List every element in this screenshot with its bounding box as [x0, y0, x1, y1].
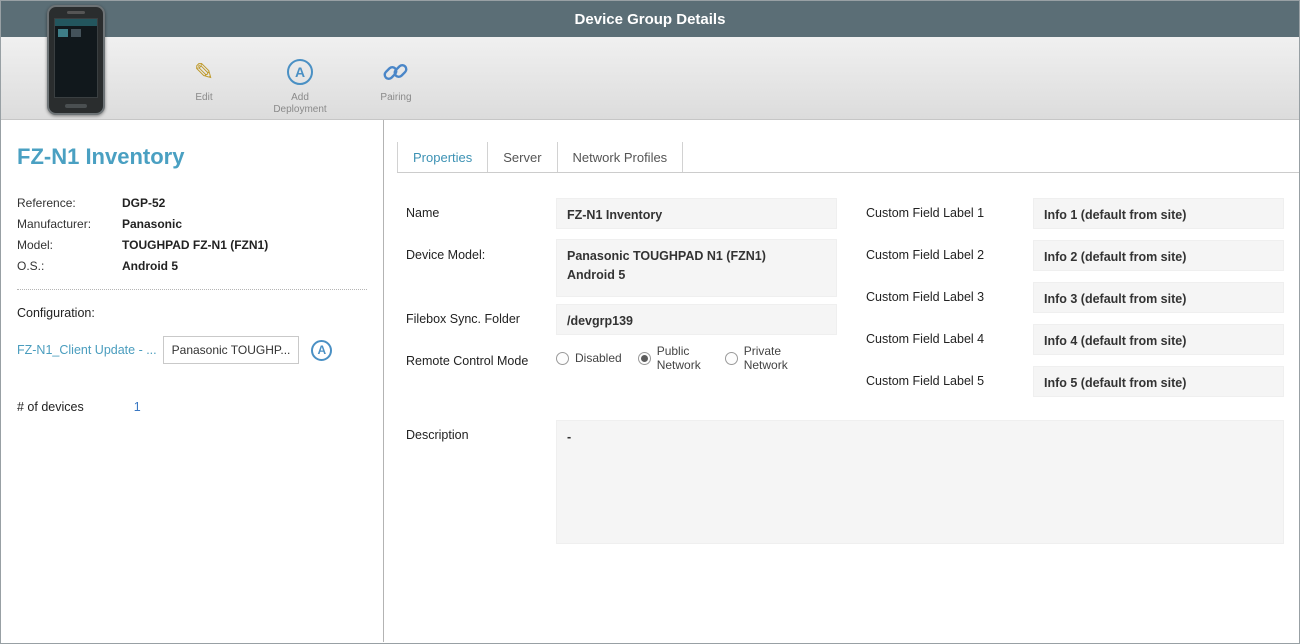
edit-button-label: Edit	[195, 92, 213, 103]
radio-label-private-network: Private Network	[743, 344, 788, 373]
configuration-target: Panasonic TOUGHP...	[162, 336, 300, 364]
device-home-button	[65, 104, 87, 108]
manufacturer-value: Panasonic	[122, 217, 183, 231]
remote-control-radio-group: Disabled Public Network Private Network	[556, 344, 812, 373]
tab-properties[interactable]: Properties	[397, 142, 489, 172]
os-row: O.S.: Android 5	[17, 259, 367, 273]
add-deployment-icon: A	[287, 55, 313, 89]
radio-1[interactable]	[637, 351, 651, 365]
radio-label-public-network: Public Network	[656, 344, 701, 373]
device-screen	[54, 18, 98, 98]
description-field: -	[556, 420, 1284, 544]
tab-bar: Properties Server Network Profiles	[397, 142, 1299, 173]
os-value: Android 5	[122, 259, 178, 273]
radio-option-private-network[interactable]: Private Network	[724, 344, 796, 373]
custom-field-5-value: Info 5 (default from site)	[1033, 366, 1284, 397]
edit-pencil-icon: ✎	[193, 58, 215, 86]
device-thumbnail	[47, 5, 105, 115]
manufacturer-label: Manufacturer:	[17, 217, 92, 231]
device-group-summary-panel: FZ-N1 Inventory Reference: DGP-52 Manufa…	[1, 120, 384, 642]
toolbar: ✎ Edit A Add Deployment Pairing	[1, 37, 1299, 120]
window-title: Device Group Details	[574, 10, 726, 28]
radio-2[interactable]	[724, 351, 738, 365]
model-label: Model:	[17, 238, 54, 252]
device-screen-app-icon2	[71, 29, 81, 37]
radio-label-disabled: Disabled	[575, 351, 622, 366]
device-model-line1: Panasonic TOUGHPAD N1 (FZN1)	[567, 249, 766, 263]
edit-button[interactable]: ✎ Edit	[166, 55, 242, 104]
reference-label: Reference:	[17, 196, 76, 210]
pairing-button[interactable]: Pairing	[358, 55, 434, 104]
filebox-label: Filebox Sync. Folder	[406, 312, 520, 326]
custom-field-5-label: Custom Field Label 5	[866, 374, 985, 388]
configuration-row: FZ-N1_Client Update - ... Panasonic TOUG…	[17, 336, 367, 364]
configuration-link[interactable]: FZ-N1_Client Update - ...	[17, 343, 157, 357]
radio-0[interactable]	[556, 351, 569, 365]
radio-option-disabled[interactable]: Disabled	[556, 351, 622, 365]
device-screen-statusbar	[55, 19, 97, 26]
device-model-label: Device Model:	[406, 248, 486, 262]
custom-field-3-value: Info 3 (default from site)	[1033, 282, 1284, 313]
radio-option-public-network[interactable]: Public Network	[637, 344, 709, 373]
devices-count-row: # of devices 1	[17, 400, 367, 414]
device-model-line2: Android 5	[567, 267, 626, 282]
device-group-title: FZ-N1 Inventory	[17, 144, 185, 169]
tab-server[interactable]: Server	[488, 142, 558, 172]
custom-field-1-label: Custom Field Label 1	[866, 206, 985, 220]
deployment-circled-a-icon: A	[311, 339, 333, 361]
manufacturer-row: Manufacturer: Panasonic	[17, 217, 367, 231]
description-label: Description	[406, 428, 469, 442]
os-label: O.S.:	[17, 259, 45, 273]
reference-value: DGP-52	[122, 196, 166, 210]
custom-field-4-value: Info 4 (default from site)	[1033, 324, 1284, 355]
pairing-chain-icon	[381, 55, 411, 89]
custom-field-3-label: Custom Field Label 3	[866, 290, 985, 304]
configuration-label: Configuration:	[17, 306, 95, 320]
custom-field-4-label: Custom Field Label 4	[866, 332, 985, 346]
model-value: TOUGHPAD FZ-N1 (FZN1)	[122, 238, 269, 252]
custom-field-2-value: Info 2 (default from site)	[1033, 240, 1284, 271]
pairing-button-label: Pairing	[380, 92, 412, 103]
custom-field-1-value: Info 1 (default from site)	[1033, 198, 1284, 229]
device-speaker	[67, 11, 85, 14]
name-field: FZ-N1 Inventory	[556, 198, 837, 229]
reference-row: Reference: DGP-52	[17, 196, 367, 210]
add-deployment-button-label: Add Deployment	[273, 92, 327, 115]
model-row: Model: TOUGHPAD FZ-N1 (FZN1)	[17, 238, 367, 252]
devices-count-label: # of devices	[17, 400, 84, 414]
separator	[17, 289, 367, 290]
custom-field-2-label: Custom Field Label 2	[866, 248, 985, 262]
device-group-details-window: Device Group Details ✎ Edit A Add Deploy…	[0, 0, 1300, 644]
add-deployment-button[interactable]: A Add Deployment	[262, 55, 338, 116]
name-label: Name	[406, 206, 440, 220]
remote-control-label: Remote Control Mode	[406, 354, 529, 368]
device-group-details-panel: Properties Server Network Profiles Name …	[385, 120, 1299, 642]
devices-count-value[interactable]: 1	[134, 400, 141, 414]
device-screen-app-icon	[58, 29, 68, 37]
tab-network-profiles[interactable]: Network Profiles	[558, 142, 684, 172]
filebox-field: /devgrp139	[556, 304, 837, 335]
device-model-field: Panasonic TOUGHPAD N1 (FZN1) Android 5	[556, 239, 837, 297]
window-title-bar: Device Group Details	[1, 1, 1299, 37]
